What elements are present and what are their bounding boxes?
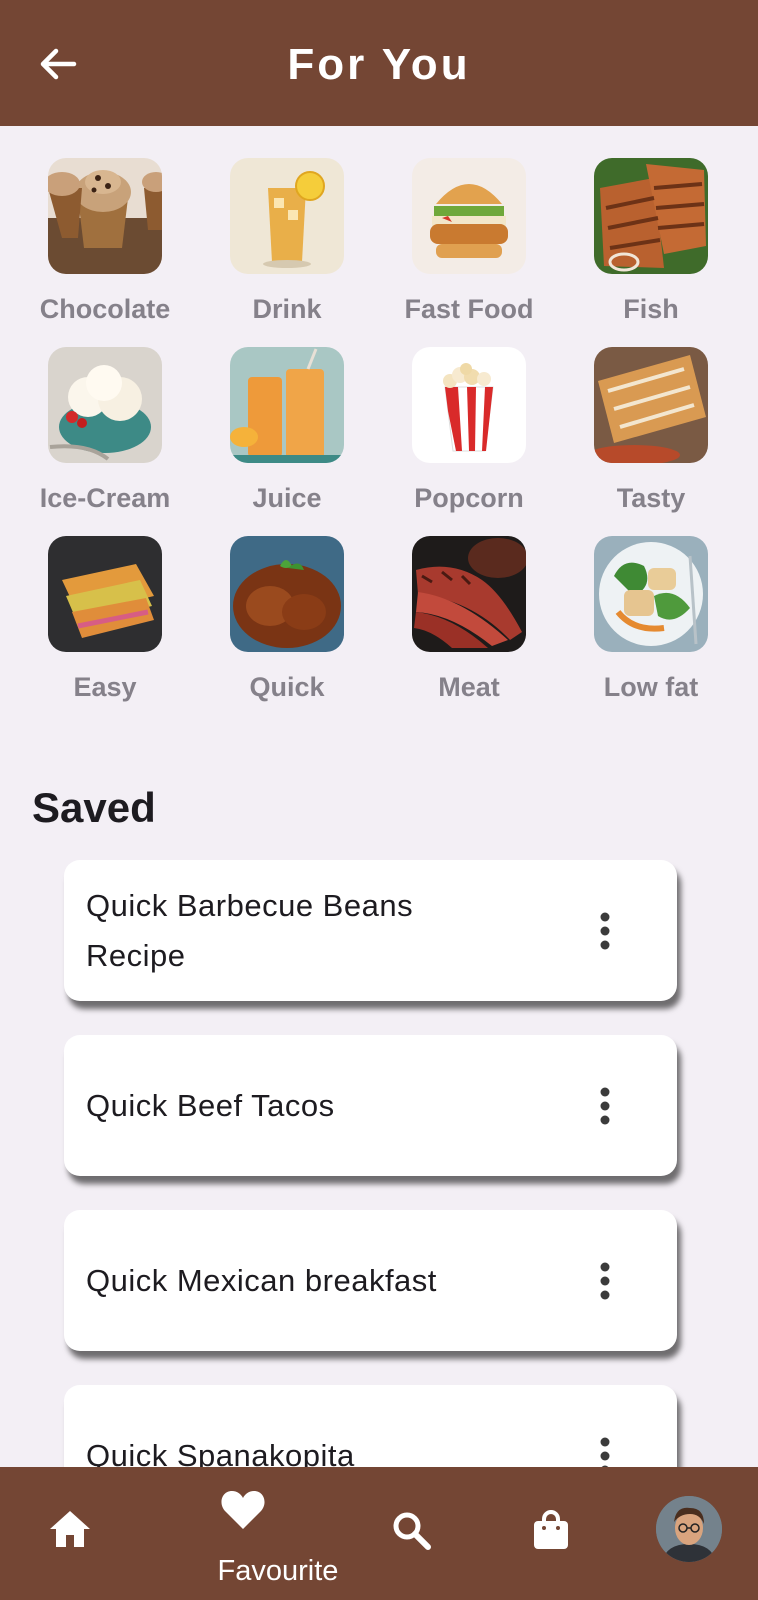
category-image [48, 347, 162, 463]
category-image [48, 158, 162, 274]
app-bar: For You [0, 0, 758, 126]
recipe-title: Quick Beef Tacos [86, 1087, 335, 1123]
more-options-button[interactable] [595, 1086, 615, 1126]
bottom-navigation: Favourite [0, 1467, 758, 1600]
category-juice[interactable]: Juice [196, 347, 378, 514]
more-options-button[interactable] [595, 1261, 615, 1301]
category-image [412, 536, 526, 652]
category-tasty[interactable]: Tasty [560, 347, 742, 514]
category-image [412, 347, 526, 463]
home-icon [50, 1511, 90, 1547]
category-chocolate[interactable]: Chocolate [14, 158, 196, 325]
nav-active-label: Favourite [217, 1555, 339, 1587]
more-vert-icon [600, 1262, 610, 1299]
category-grid: Chocolate Drink Fast Food Fish Ice-Cream… [14, 158, 744, 703]
nav-shop[interactable] [532, 1467, 570, 1600]
nav-favourite[interactable]: Favourite [218, 1467, 338, 1600]
more-vert-icon [600, 912, 610, 949]
category-meat[interactable]: Meat [378, 536, 560, 703]
saved-recipe-card[interactable]: Quick Mexican breakfast [64, 1210, 677, 1351]
category-image [594, 536, 708, 652]
category-drink[interactable]: Drink [196, 158, 378, 325]
page-title: For You [287, 40, 471, 89]
category-image [48, 536, 162, 652]
profile-avatar-icon [656, 1496, 722, 1562]
category-quick[interactable]: Quick [196, 536, 378, 703]
nav-search[interactable] [392, 1467, 432, 1600]
category-image [230, 158, 344, 274]
category-image [230, 536, 344, 652]
recipe-title: Quick Barbecue Beans Recipe [86, 887, 414, 973]
more-vert-icon [600, 1087, 610, 1124]
more-options-button[interactable] [595, 911, 615, 951]
category-low-fat[interactable]: Low fat [560, 536, 742, 703]
category-popcorn[interactable]: Popcorn [378, 347, 560, 514]
category-image [230, 347, 344, 463]
saved-section-title: Saved [32, 784, 156, 831]
category-image [594, 347, 708, 463]
category-fish[interactable]: Fish [560, 158, 742, 325]
category-ice-cream[interactable]: Ice-Cream [14, 347, 196, 514]
category-easy[interactable]: Easy [14, 536, 196, 703]
category-image [594, 158, 708, 274]
saved-recipe-card[interactable]: Quick Barbecue Beans Recipe [64, 860, 677, 1001]
shopping-bag-icon [534, 1510, 568, 1549]
category-image [412, 158, 526, 274]
saved-recipe-card[interactable]: Quick Beef Tacos [64, 1035, 677, 1176]
nav-home[interactable] [48, 1467, 92, 1600]
category-fast-food[interactable]: Fast Food [378, 158, 560, 325]
search-icon [393, 1512, 431, 1550]
heart-icon [221, 1491, 265, 1529]
avatar[interactable] [656, 1496, 722, 1562]
saved-list: Quick Barbecue Beans Recipe Quick Beef T… [64, 860, 678, 1560]
recipe-title: Quick Mexican breakfast [86, 1262, 437, 1298]
